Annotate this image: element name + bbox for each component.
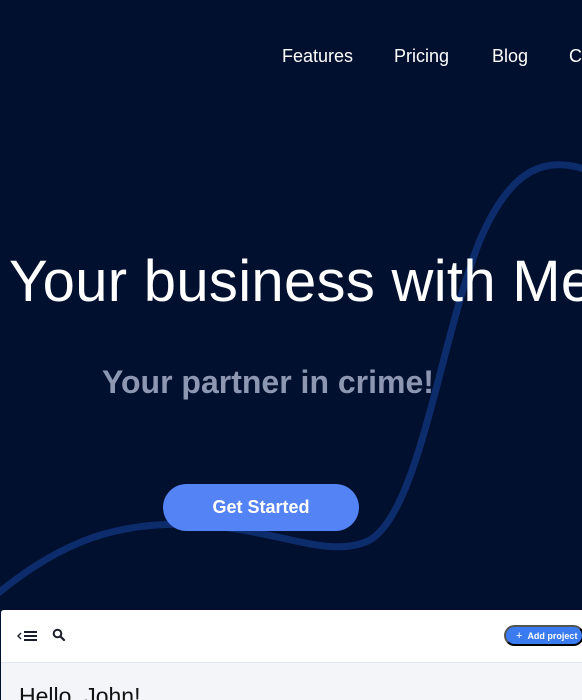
app-preview: + Add project Hello, John! bbox=[1, 610, 582, 700]
plus-icon: + bbox=[516, 629, 523, 642]
hero-headline: Your business with Me bbox=[9, 249, 582, 314]
greeting-heading: Hello, John! bbox=[19, 683, 141, 700]
menu-collapse-icon[interactable] bbox=[17, 629, 39, 643]
hero-tagline: Your partner in crime! bbox=[102, 364, 434, 400]
add-project-label: Add project bbox=[527, 630, 578, 641]
nav-link-features[interactable]: Features bbox=[282, 46, 353, 67]
nav-link-pricing[interactable]: Pricing bbox=[394, 46, 449, 67]
nav-link-contact[interactable]: C bbox=[569, 46, 582, 67]
nav-link-blog[interactable]: Blog bbox=[492, 46, 528, 67]
top-nav: Features Pricing Blog C bbox=[0, 46, 582, 72]
get-started-button[interactable]: Get Started bbox=[163, 484, 359, 531]
app-toolbar: + Add project bbox=[1, 610, 582, 663]
add-project-button[interactable]: + Add project bbox=[504, 625, 582, 646]
hero-section: Features Pricing Blog C Your business wi… bbox=[0, 0, 582, 610]
search-icon[interactable] bbox=[52, 628, 66, 642]
